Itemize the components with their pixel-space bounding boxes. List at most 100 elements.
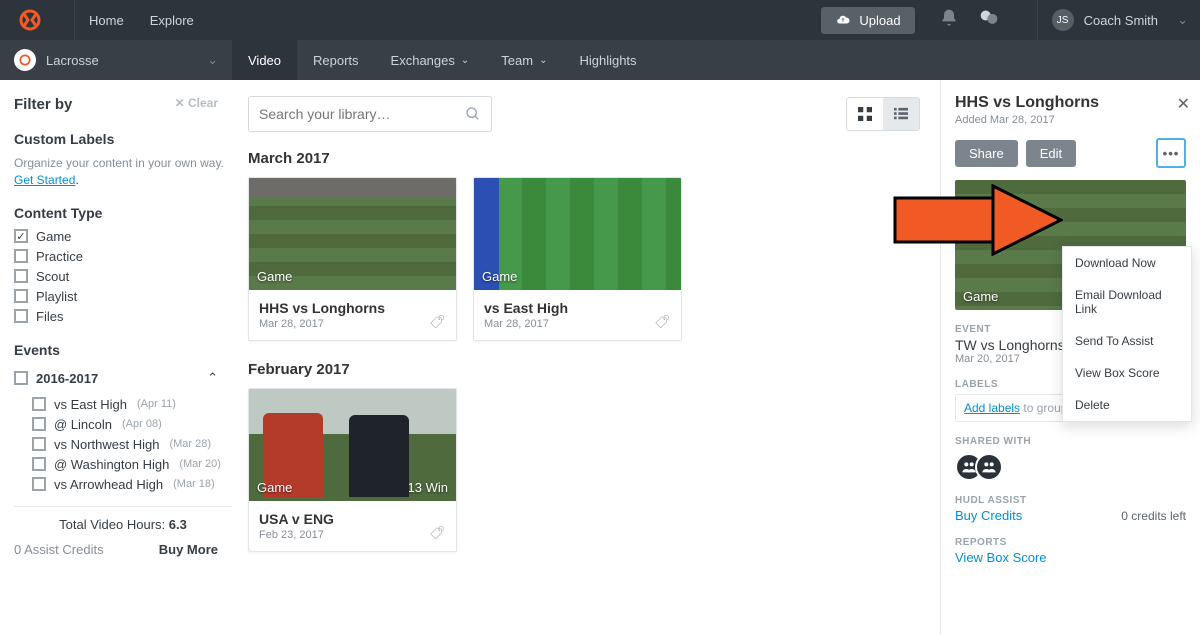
chevron-down-icon: ⌄: [539, 55, 547, 66]
cloud-upload-icon: [835, 13, 851, 27]
filter-game[interactable]: Game: [14, 229, 232, 244]
tab-team[interactable]: Team⌄: [485, 40, 563, 80]
more-actions-menu: Download Now Email Download Link Send To…: [1062, 246, 1192, 422]
checkbox-icon: [32, 437, 46, 451]
nav-explore[interactable]: Explore: [150, 13, 194, 28]
top-bar: Home Explore Upload JS Coach Smith ⌄: [0, 0, 1200, 40]
tag-icon[interactable]: 🏷: [429, 314, 446, 330]
menu-send-to-assist[interactable]: Send To Assist: [1063, 325, 1191, 357]
team-name: Lacrosse: [46, 53, 99, 68]
filter-practice[interactable]: Practice: [14, 249, 232, 264]
list-view-button[interactable]: [883, 98, 919, 130]
chevron-down-icon: ⌄: [1177, 12, 1188, 28]
video-title: USA v ENG: [259, 511, 446, 527]
checkbox-icon: [32, 417, 46, 431]
team-select[interactable]: Lacrosse ⌄: [0, 40, 232, 80]
event-item[interactable]: @ Lincoln(Apr 08): [32, 417, 232, 432]
tab-highlights[interactable]: Highlights: [563, 40, 652, 80]
view-toggle: [846, 97, 920, 131]
event-item[interactable]: vs Arrowhead High(Mar 18): [32, 477, 232, 492]
filter-files[interactable]: Files: [14, 309, 232, 324]
tab-exchanges[interactable]: Exchanges⌄: [375, 40, 486, 80]
menu-view-box-score[interactable]: View Box Score: [1063, 357, 1191, 389]
upload-button[interactable]: Upload: [821, 7, 914, 34]
game-result: 20 - 13 Win: [382, 480, 448, 495]
divider: [74, 0, 75, 40]
grid-view-button[interactable]: [847, 98, 883, 130]
menu-download-now[interactable]: Download Now: [1063, 247, 1191, 279]
assist-credits: 0 Assist Credits: [14, 542, 104, 557]
checkbox-icon: [14, 289, 28, 303]
share-button[interactable]: Share: [955, 140, 1018, 167]
event-item[interactable]: vs East High(Apr 11): [32, 397, 232, 412]
credits-left: 0 credits left: [1121, 509, 1186, 523]
search-input-wrapper[interactable]: [248, 96, 492, 132]
season-toggle[interactable]: 2016-2017 ⌃: [14, 366, 232, 391]
panel-title: HHS vs Longhorns: [955, 94, 1186, 112]
group-title: March 2017: [248, 150, 920, 167]
events-heading: Events: [14, 342, 232, 358]
menu-email-download-link[interactable]: Email Download Link: [1063, 279, 1191, 325]
content-type-heading: Content Type: [14, 205, 232, 221]
video-card[interactable]: Game HHS vs Longhorns Mar 28, 2017 🏷: [248, 177, 457, 341]
video-date: Mar 28, 2017: [484, 318, 671, 330]
bell-icon[interactable]: [939, 8, 959, 33]
content-type-badge: Game: [482, 269, 517, 284]
user-menu[interactable]: JS Coach Smith ⌄: [1052, 9, 1188, 31]
tab-video[interactable]: Video: [232, 40, 297, 80]
event-item[interactable]: @ Washington High(Mar 20): [32, 457, 232, 472]
library-content: March 2017 Game HHS vs Longhorns Mar 28,…: [232, 80, 940, 635]
search-input[interactable]: [259, 106, 465, 122]
video-thumbnail: Game 20 - 13 Win: [249, 389, 456, 501]
divider: [1037, 0, 1038, 40]
filter-sidebar: Filter by✕ Clear Custom Labels Organize …: [0, 80, 232, 635]
edit-button[interactable]: Edit: [1026, 140, 1076, 167]
tab-reports[interactable]: Reports: [297, 40, 375, 80]
search-icon: [465, 106, 481, 122]
clear-filters[interactable]: ✕ Clear: [175, 96, 218, 110]
user-name: Coach Smith: [1084, 13, 1158, 28]
reports-label: REPORTS: [955, 537, 1186, 548]
video-date: Mar 28, 2017: [259, 318, 446, 330]
filter-heading: Filter by✕ Clear: [14, 96, 232, 113]
tag-icon[interactable]: 🏷: [429, 525, 446, 541]
menu-delete[interactable]: Delete: [1063, 389, 1191, 421]
filter-scout[interactable]: Scout: [14, 269, 232, 284]
custom-labels-heading: Custom Labels: [14, 131, 232, 147]
video-card[interactable]: Game 20 - 13 Win USA v ENG Feb 23, 2017 …: [248, 388, 457, 552]
panel-added-date: Added Mar 28, 2017: [955, 114, 1186, 126]
video-card[interactable]: Game vs East High Mar 28, 2017 🏷: [473, 177, 682, 341]
get-started-link[interactable]: Get Started: [14, 173, 75, 187]
buy-credits-link[interactable]: Buy Credits: [955, 508, 1022, 523]
top-nav: Home Explore: [89, 13, 194, 28]
messages-icon[interactable]: [979, 8, 999, 33]
total-hours: Total Video Hours: 6.3: [14, 517, 232, 532]
video-thumbnail: Game: [249, 178, 456, 290]
checkbox-icon: [14, 269, 28, 283]
video-title: HHS vs Longhorns: [259, 300, 446, 316]
buy-more-link[interactable]: Buy More: [159, 542, 218, 557]
video-title: vs East High: [484, 300, 671, 316]
custom-labels-note: Organize your content in your own way.: [14, 155, 232, 172]
checkbox-icon: [14, 229, 28, 243]
view-box-score-link[interactable]: View Box Score: [955, 550, 1186, 565]
brand-logo[interactable]: [18, 8, 42, 32]
video-date: Feb 23, 2017: [259, 529, 446, 541]
group-icon[interactable]: [975, 453, 1003, 481]
filter-playlist[interactable]: Playlist: [14, 289, 232, 304]
checkbox-icon: [14, 249, 28, 263]
chevron-down-icon: ⌄: [461, 55, 469, 66]
nav-home[interactable]: Home: [89, 13, 124, 28]
tag-icon[interactable]: 🏷: [654, 314, 671, 330]
video-thumbnail: Game: [474, 178, 681, 290]
more-actions-button[interactable]: •••: [1156, 138, 1186, 168]
user-avatar: JS: [1052, 9, 1074, 31]
checkbox-icon: [32, 397, 46, 411]
checkbox-icon: [14, 309, 28, 323]
group-title: February 2017: [248, 361, 920, 378]
chevron-down-icon: ⌄: [207, 52, 218, 68]
event-item[interactable]: vs Northwest High(Mar 28): [32, 437, 232, 452]
checkbox-icon: [14, 371, 28, 385]
close-icon[interactable]: ✕: [1177, 94, 1190, 114]
assist-label: HUDL ASSIST: [955, 495, 1186, 506]
